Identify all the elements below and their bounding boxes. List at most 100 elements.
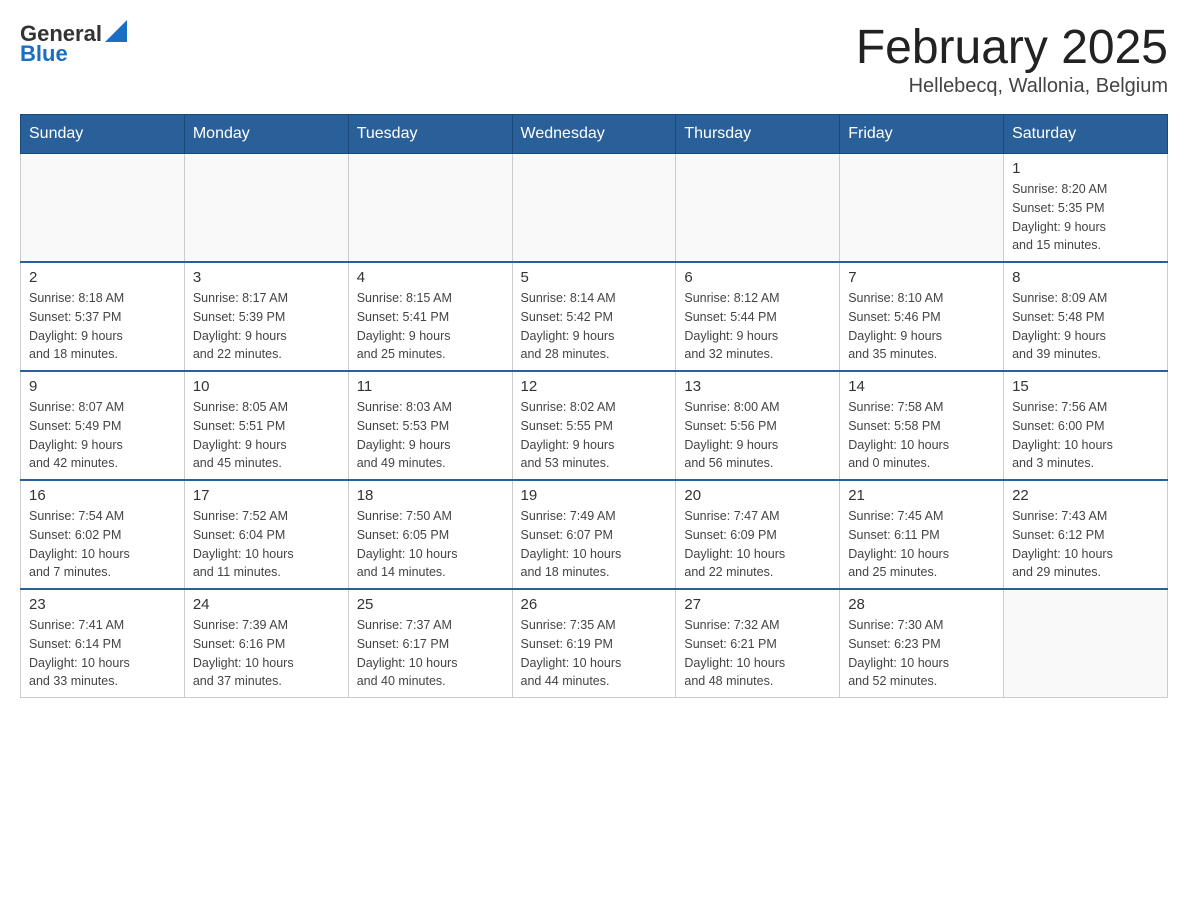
table-row: 16 Sunrise: 7:54 AM Sunset: 6:02 PM Dayli… [21, 480, 185, 589]
day-info: Sunrise: 7:50 AM Sunset: 6:05 PM Dayligh… [357, 507, 504, 582]
day-number: 8 [1012, 269, 1159, 286]
table-row: 6Sunrise: 8:12 AM Sunset: 5:44 PM Daylig… [676, 262, 840, 371]
table-row: 11 Sunrise: 8:03 AM Sunset: 5:53 PM Dayli… [348, 371, 512, 480]
table-row: 26 Sunrise: 7:35 AM Sunset: 6:19 PM Dayli… [512, 589, 676, 698]
table-row: 20 Sunrise: 7:47 AM Sunset: 6:09 PM Dayli… [676, 480, 840, 589]
table-row [1004, 589, 1168, 698]
day-number: 22 [1012, 487, 1159, 504]
table-row [184, 154, 348, 263]
day-info: Sunrise: 7:45 AM Sunset: 6:11 PM Dayligh… [848, 507, 995, 582]
calendar-week-row: 2 Sunrise: 8:18 AM Sunset: 5:37 PM Daylig… [21, 262, 1168, 371]
day-info: Sunrise: 7:54 AM Sunset: 6:02 PM Dayligh… [29, 507, 176, 582]
table-row: 13 Sunrise: 8:00 AM Sunset: 5:56 PM Dayli… [676, 371, 840, 480]
day-number: 18 [357, 487, 504, 504]
day-info: Sunrise: 7:39 AM Sunset: 6:16 PM Dayligh… [193, 616, 340, 691]
day-number: 15 [1012, 378, 1159, 395]
day-number: 20 [684, 487, 831, 504]
day-info: Sunrise: 7:47 AM Sunset: 6:09 PM Dayligh… [684, 507, 831, 582]
day-number: 11 [357, 378, 504, 395]
day-number: 13 [684, 378, 831, 395]
header-sunday: Sunday [21, 115, 185, 154]
day-number: 7 [848, 269, 995, 286]
logo: General Blue [20, 20, 127, 67]
table-row [348, 154, 512, 263]
table-row: 21Sunrise: 7:45 AM Sunset: 6:11 PM Dayli… [840, 480, 1004, 589]
table-row: 25 Sunrise: 7:37 AM Sunset: 6:17 PM Dayli… [348, 589, 512, 698]
table-row [676, 154, 840, 263]
day-number: 17 [193, 487, 340, 504]
table-row [840, 154, 1004, 263]
table-row: 2 Sunrise: 8:18 AM Sunset: 5:37 PM Daylig… [21, 262, 185, 371]
day-info: Sunrise: 8:02 AM Sunset: 5:55 PM Dayligh… [521, 398, 668, 473]
table-row: 27 Sunrise: 7:32 AM Sunset: 6:21 PM Dayli… [676, 589, 840, 698]
calendar-week-row: 1 Sunrise: 8:20 AM Sunset: 5:35 PM Daylig… [21, 154, 1168, 263]
table-row: 1 Sunrise: 8:20 AM Sunset: 5:35 PM Daylig… [1004, 154, 1168, 263]
title-section: February 2025 Hellebecq, Wallonia, Belgi… [856, 20, 1168, 98]
day-number: 2 [29, 269, 176, 286]
day-number: 3 [193, 269, 340, 286]
day-info: Sunrise: 8:03 AM Sunset: 5:53 PM Dayligh… [357, 398, 504, 473]
table-row [21, 154, 185, 263]
table-row: 10Sunrise: 8:05 AM Sunset: 5:51 PM Dayli… [184, 371, 348, 480]
day-number: 24 [193, 596, 340, 613]
table-row: 28 Sunrise: 7:30 AM Sunset: 6:23 PM Dayli… [840, 589, 1004, 698]
day-info: Sunrise: 7:56 AM Sunset: 6:00 PM Dayligh… [1012, 398, 1159, 473]
header-tuesday: Tuesday [348, 115, 512, 154]
day-info: Sunrise: 8:14 AM Sunset: 5:42 PM Dayligh… [521, 289, 668, 364]
day-number: 23 [29, 596, 176, 613]
day-info: Sunrise: 7:49 AM Sunset: 6:07 PM Dayligh… [521, 507, 668, 582]
logo-icon [105, 20, 127, 42]
day-info: Sunrise: 8:00 AM Sunset: 5:56 PM Dayligh… [684, 398, 831, 473]
day-number: 1 [1012, 160, 1159, 177]
logo-text-blue: Blue [20, 41, 68, 67]
day-info: Sunrise: 7:35 AM Sunset: 6:19 PM Dayligh… [521, 616, 668, 691]
day-info: Sunrise: 7:30 AM Sunset: 6:23 PM Dayligh… [848, 616, 995, 691]
day-info: Sunrise: 8:18 AM Sunset: 5:37 PM Dayligh… [29, 289, 176, 364]
table-row: 23 Sunrise: 7:41 AM Sunset: 6:14 PM Dayli… [21, 589, 185, 698]
day-number: 5 [521, 269, 668, 286]
day-info: Sunrise: 8:07 AM Sunset: 5:49 PM Dayligh… [29, 398, 176, 473]
table-row: 24 Sunrise: 7:39 AM Sunset: 6:16 PM Dayli… [184, 589, 348, 698]
day-info: Sunrise: 7:52 AM Sunset: 6:04 PM Dayligh… [193, 507, 340, 582]
day-info: Sunrise: 8:10 AM Sunset: 5:46 PM Dayligh… [848, 289, 995, 364]
table-row: 9 Sunrise: 8:07 AM Sunset: 5:49 PM Daylig… [21, 371, 185, 480]
day-number: 26 [521, 596, 668, 613]
table-row: 22 Sunrise: 7:43 AM Sunset: 6:12 PM Dayli… [1004, 480, 1168, 589]
day-number: 16 [29, 487, 176, 504]
table-row: 14Sunrise: 7:58 AM Sunset: 5:58 PM Dayli… [840, 371, 1004, 480]
calendar-week-row: 16 Sunrise: 7:54 AM Sunset: 6:02 PM Dayli… [21, 480, 1168, 589]
header-wednesday: Wednesday [512, 115, 676, 154]
day-info: Sunrise: 7:37 AM Sunset: 6:17 PM Dayligh… [357, 616, 504, 691]
day-info: Sunrise: 8:05 AM Sunset: 5:51 PM Dayligh… [193, 398, 340, 473]
calendar-week-row: 23 Sunrise: 7:41 AM Sunset: 6:14 PM Dayli… [21, 589, 1168, 698]
day-number: 27 [684, 596, 831, 613]
table-row: 3 Sunrise: 8:17 AM Sunset: 5:39 PM Daylig… [184, 262, 348, 371]
table-row: 17 Sunrise: 7:52 AM Sunset: 6:04 PM Dayli… [184, 480, 348, 589]
header-friday: Friday [840, 115, 1004, 154]
day-info: Sunrise: 8:15 AM Sunset: 5:41 PM Dayligh… [357, 289, 504, 364]
day-number: 28 [848, 596, 995, 613]
table-row: 4 Sunrise: 8:15 AM Sunset: 5:41 PM Daylig… [348, 262, 512, 371]
header-saturday: Saturday [1004, 115, 1168, 154]
day-number: 4 [357, 269, 504, 286]
table-row: 18 Sunrise: 7:50 AM Sunset: 6:05 PM Dayli… [348, 480, 512, 589]
calendar-table: Sunday Monday Tuesday Wednesday Thursday… [20, 114, 1168, 698]
header-thursday: Thursday [676, 115, 840, 154]
day-info: Sunrise: 7:43 AM Sunset: 6:12 PM Dayligh… [1012, 507, 1159, 582]
table-row: 5 Sunrise: 8:14 AM Sunset: 5:42 PM Daylig… [512, 262, 676, 371]
table-row: 15 Sunrise: 7:56 AM Sunset: 6:00 PM Dayli… [1004, 371, 1168, 480]
month-title: February 2025 [856, 20, 1168, 75]
day-info: Sunrise: 7:41 AM Sunset: 6:14 PM Dayligh… [29, 616, 176, 691]
day-number: 9 [29, 378, 176, 395]
table-row: 7 Sunrise: 8:10 AM Sunset: 5:46 PM Daylig… [840, 262, 1004, 371]
table-row: 8Sunrise: 8:09 AM Sunset: 5:48 PM Daylig… [1004, 262, 1168, 371]
day-info: Sunrise: 8:17 AM Sunset: 5:39 PM Dayligh… [193, 289, 340, 364]
table-row [512, 154, 676, 263]
day-number: 25 [357, 596, 504, 613]
day-info: Sunrise: 7:32 AM Sunset: 6:21 PM Dayligh… [684, 616, 831, 691]
calendar-week-row: 9 Sunrise: 8:07 AM Sunset: 5:49 PM Daylig… [21, 371, 1168, 480]
day-number: 19 [521, 487, 668, 504]
day-info: Sunrise: 7:58 AM Sunset: 5:58 PM Dayligh… [848, 398, 995, 473]
table-row: 12Sunrise: 8:02 AM Sunset: 5:55 PM Dayli… [512, 371, 676, 480]
day-info: Sunrise: 8:20 AM Sunset: 5:35 PM Dayligh… [1012, 180, 1159, 255]
